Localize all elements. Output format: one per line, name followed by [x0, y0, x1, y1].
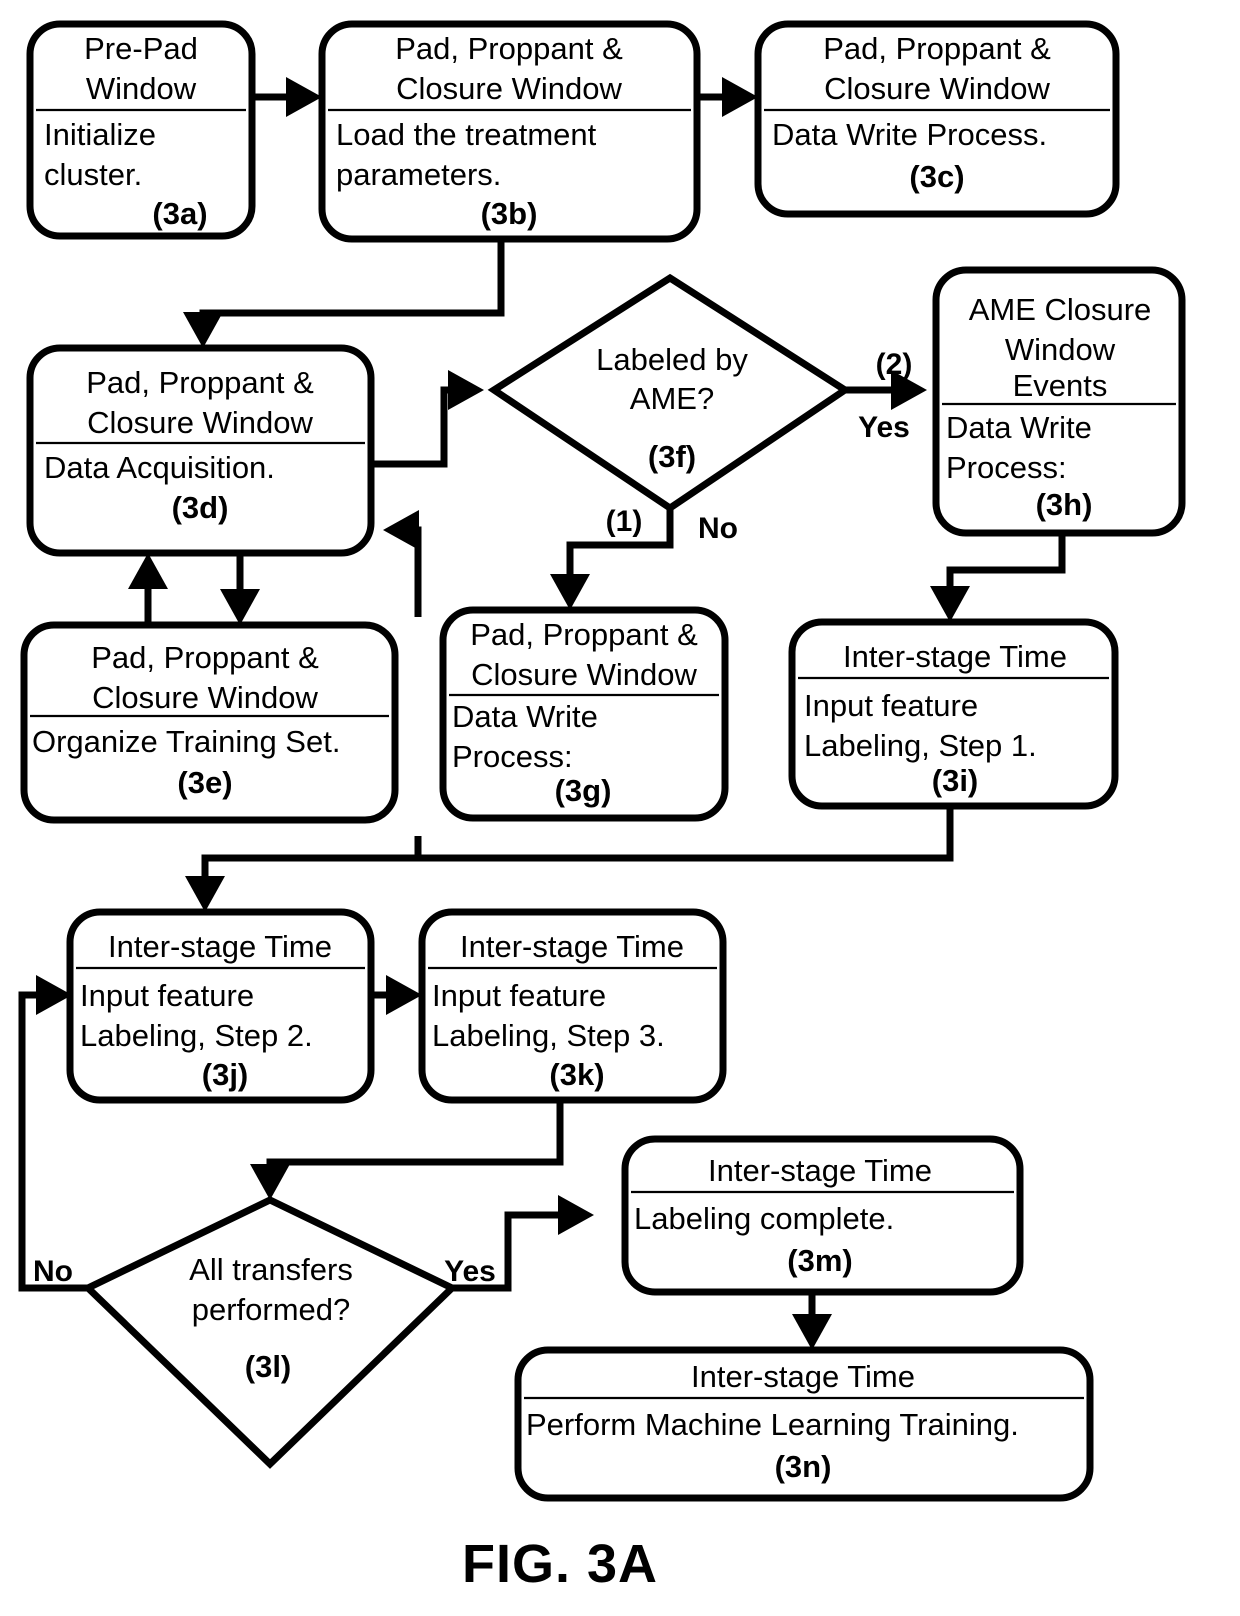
node-3f-decision[interactable]: Labeled by AME? (3f): [487, 273, 852, 513]
connector-3b-to-3c: [697, 77, 758, 117]
edge-label-ame-yes-number: (2): [876, 348, 913, 381]
node-3j-body-line2: Labeling, Step 2.: [80, 1018, 313, 1053]
node-3i-body-line2: Labeling, Step 1.: [804, 728, 1037, 763]
node-3n[interactable]: Inter-stage Time Perform Machine Learnin…: [514, 1346, 1094, 1502]
node-3e-header-line2: Closure Window: [92, 680, 318, 715]
node-3h-body-line1: Data Write: [946, 410, 1092, 445]
node-3g-body-line1: Data Write: [452, 699, 598, 734]
node-3g-header-line1: Pad, Proppant &: [470, 617, 698, 652]
node-3c-body-line1: Data Write Process.: [772, 117, 1047, 152]
node-3m-ref: (3m): [787, 1243, 852, 1278]
node-3h-header-line1: AME Closure: [969, 292, 1152, 327]
node-3c[interactable]: Pad, Proppant & Closure Window Data Writ…: [754, 20, 1120, 218]
edge-label-ame-no-number: (1): [606, 505, 643, 538]
node-3e-header-line1: Pad, Proppant &: [91, 640, 319, 675]
node-3h[interactable]: AME Closure Window Events Data Write Pro…: [932, 266, 1186, 537]
connector-3a-to-3b: [252, 77, 322, 117]
node-3k-body-line1: Input feature: [432, 978, 606, 1013]
node-3f-body-line1: Labeled by: [596, 342, 748, 377]
connector-3k-to-3l: [250, 1100, 564, 1200]
node-3b[interactable]: Pad, Proppant & Closure Window Load the …: [318, 20, 701, 243]
node-3m-body-line1: Labeling complete.: [634, 1201, 894, 1236]
connector-3d-to-3e: [128, 553, 260, 625]
node-3j-header-line1: Inter-stage Time: [108, 929, 332, 964]
node-3f-ref: (3f): [648, 439, 696, 474]
node-3i-header-line1: Inter-stage Time: [843, 639, 1067, 674]
node-3c-header-line1: Pad, Proppant &: [823, 31, 1051, 66]
node-3h-body-line2: Process:: [946, 450, 1067, 485]
node-3b-ref: (3b): [481, 196, 538, 231]
figure-caption: FIG. 3A: [462, 1534, 658, 1594]
edge-label-transfers-yes: Yes: [444, 1255, 496, 1288]
node-3c-header-line2: Closure Window: [824, 71, 1050, 106]
node-3k[interactable]: Inter-stage Time Input feature Labeling,…: [418, 908, 727, 1104]
node-3l-body-line2: performed?: [192, 1292, 351, 1327]
node-3l-body-line1: All transfers: [189, 1252, 353, 1287]
node-3m[interactable]: Inter-stage Time Labeling complete. (3m): [621, 1135, 1024, 1296]
node-3a-body-line2: cluster.: [44, 157, 142, 192]
node-3i-ref: (3i): [932, 763, 979, 798]
node-3l-ref: (3l): [245, 1349, 292, 1384]
node-3d-ref: (3d): [172, 490, 229, 525]
node-3e-body-line1: Organize Training Set.: [32, 724, 340, 759]
node-3g-ref: (3g): [555, 773, 612, 808]
node-3b-body-line1: Load the treatment: [336, 117, 597, 152]
edge-label-ame-no: No: [698, 512, 738, 545]
connector-3j-to-3k: [371, 975, 422, 1015]
node-3n-body-line1: Perform Machine Learning Training.: [526, 1407, 1019, 1442]
node-3g[interactable]: Pad, Proppant & Closure Window Data Writ…: [439, 606, 729, 822]
flowchart-canvas: Pre-Pad Window Initialize cluster. (3a) …: [18, 20, 1186, 1594]
connector-3g-to-3d: [383, 510, 422, 617]
node-3m-header-line1: Inter-stage Time: [708, 1153, 932, 1188]
node-3j[interactable]: Inter-stage Time Input feature Labeling,…: [66, 908, 375, 1104]
node-3d-body-line1: Data Acquisition.: [44, 450, 275, 485]
node-3f-body-line2: AME?: [630, 381, 714, 416]
node-3k-header-line1: Inter-stage Time: [460, 929, 684, 964]
connector-3d-to-3f: [371, 370, 484, 468]
node-3d-header-line2: Closure Window: [87, 405, 313, 440]
node-3a-ref: (3a): [152, 196, 207, 231]
node-3i-body-line1: Input feature: [804, 688, 978, 723]
node-3h-header-line2: Window: [1005, 332, 1116, 367]
node-3a-body-line1: Initialize: [44, 117, 156, 152]
node-3a[interactable]: Pre-Pad Window Initialize cluster. (3a): [26, 20, 256, 240]
node-3a-header-line2: Window: [86, 71, 197, 106]
node-3g-header-line2: Closure Window: [471, 657, 697, 692]
node-3b-header-line1: Pad, Proppant &: [395, 31, 623, 66]
node-3k-ref: (3k): [549, 1057, 604, 1092]
node-3e[interactable]: Pad, Proppant & Closure Window Organize …: [20, 621, 399, 824]
connector-3h-to-3i: [930, 533, 1066, 622]
edge-label-ame-yes: Yes: [858, 411, 910, 444]
node-3h-header-line3: Events: [1013, 368, 1108, 403]
node-3j-body-line1: Input feature: [80, 978, 254, 1013]
node-3g-body-line2: Process:: [452, 739, 573, 774]
figure-page: Pre-Pad Window Initialize cluster. (3a) …: [0, 0, 1240, 1616]
connector-3b-to-3d: [183, 239, 505, 348]
node-3j-ref: (3j): [202, 1057, 249, 1092]
connector-3m-to-3n: [792, 1292, 832, 1350]
node-3b-header-line2: Closure Window: [396, 71, 622, 106]
node-3d[interactable]: Pad, Proppant & Closure Window Data Acqu…: [26, 344, 375, 557]
node-3b-body-line2: parameters.: [336, 157, 501, 192]
node-3e-ref: (3e): [177, 765, 232, 800]
node-3l-decision[interactable]: All transfers performed? (3l): [81, 1196, 459, 1469]
node-3d-header-line1: Pad, Proppant &: [86, 365, 314, 400]
edge-label-transfers-no: No: [33, 1255, 73, 1288]
node-3n-ref: (3n): [775, 1449, 832, 1484]
node-3h-ref: (3h): [1036, 487, 1093, 522]
node-3a-header-line1: Pre-Pad: [84, 31, 198, 66]
node-3k-body-line2: Labeling, Step 3.: [432, 1018, 665, 1053]
node-3n-header-line1: Inter-stage Time: [691, 1359, 915, 1394]
node-3i[interactable]: Inter-stage Time Input feature Labeling,…: [788, 618, 1119, 810]
node-3c-ref: (3c): [909, 159, 964, 194]
